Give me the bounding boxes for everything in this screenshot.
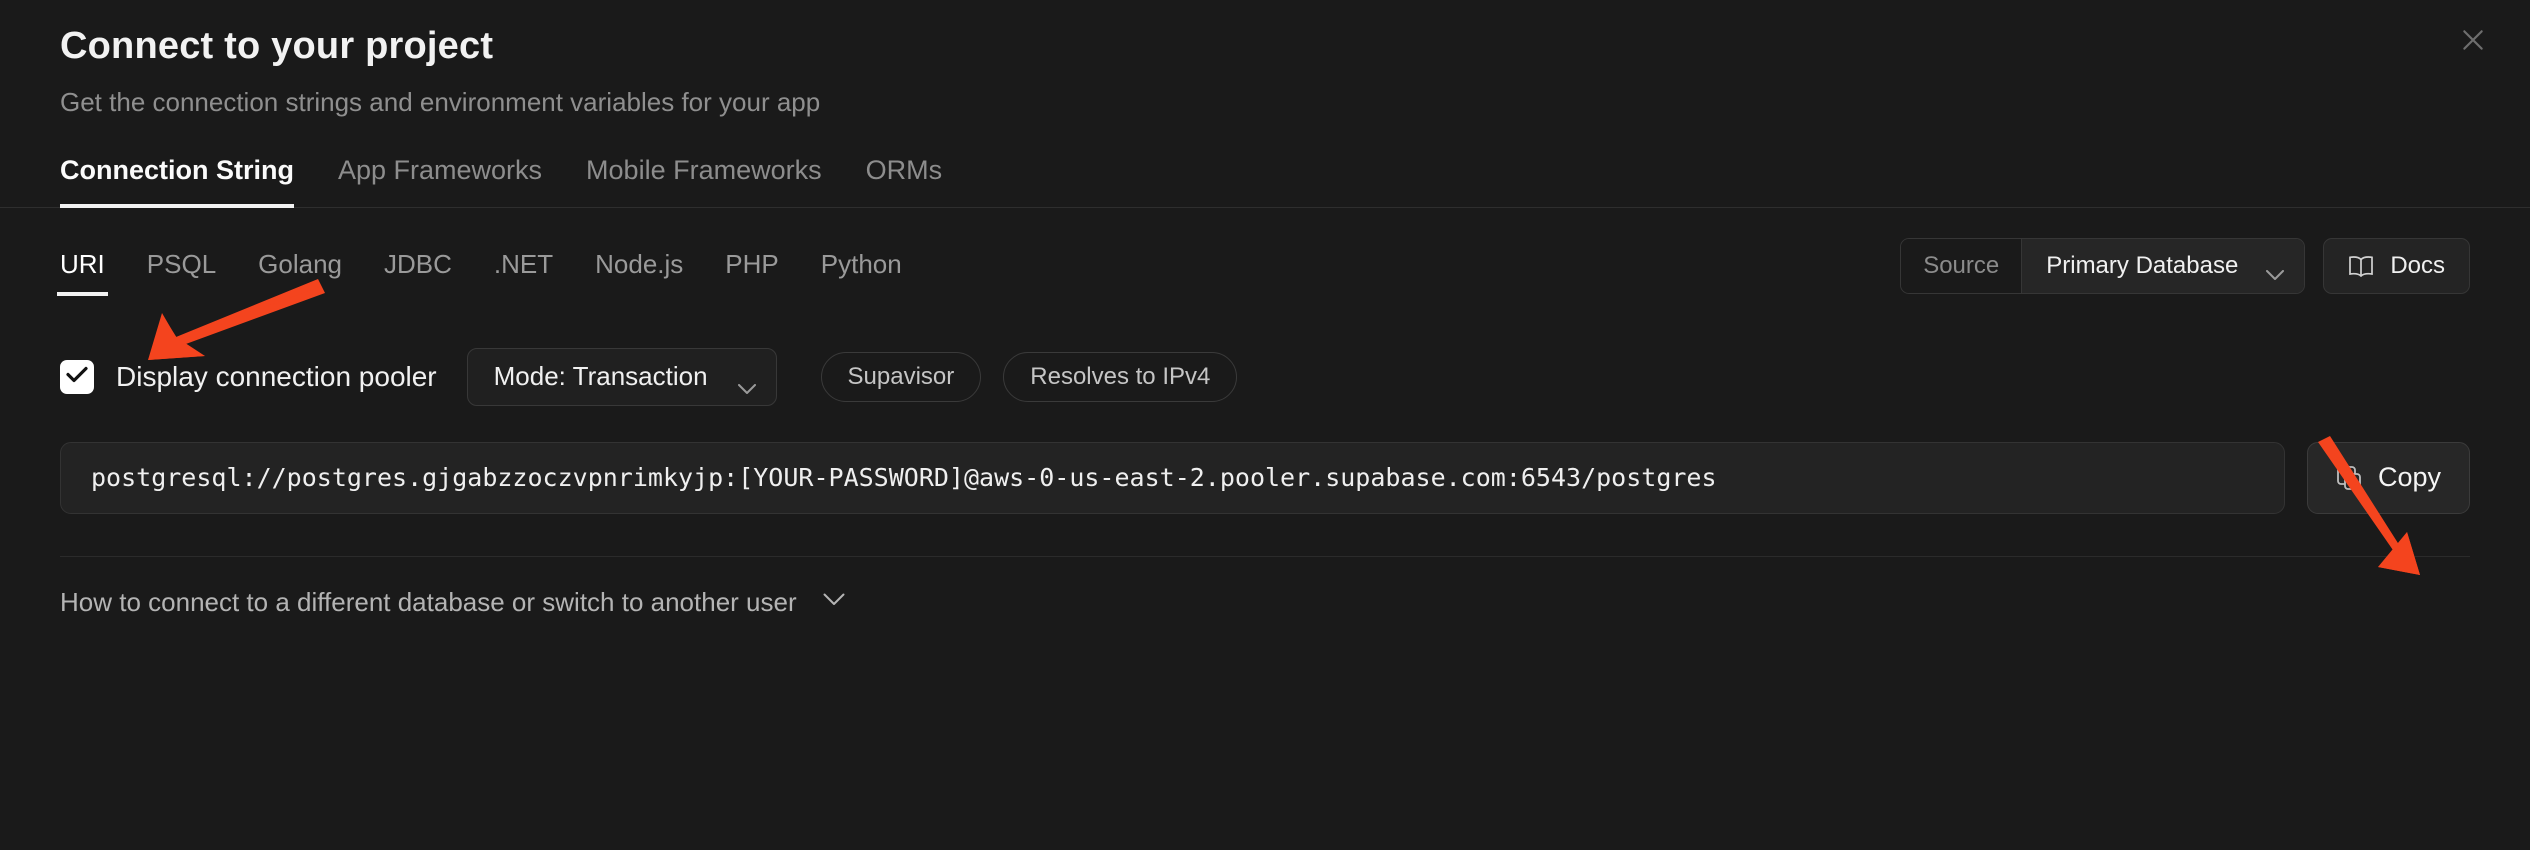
dialog-subtitle: Get the connection strings and environme… <box>60 87 821 118</box>
language-subtab-bar: URI PSQL Golang JDBC .NET Node.js PHP Py… <box>0 237 2530 308</box>
pooler-mode-dropdown[interactable]: Mode: Transaction <box>466 347 777 406</box>
pooler-mode-value: Mode: Transaction <box>493 361 708 392</box>
docs-button[interactable]: Docs <box>2323 237 2470 294</box>
annotation-arrow-layer <box>148 279 2420 575</box>
badge-resolves-to-ipv4: Resolves to IPv4 <box>1003 351 1238 402</box>
subtab-jdbc[interactable]: JDBC <box>384 249 452 296</box>
close-icon <box>2460 27 2486 56</box>
source-label: Source <box>1901 238 2023 293</box>
tab-connection-string[interactable]: Connection String <box>60 154 294 209</box>
primary-tabs: Connection String App Frameworks Mobile … <box>0 154 2530 209</box>
tab-app-frameworks[interactable]: App Frameworks <box>338 154 542 206</box>
subtab-dotnet[interactable]: .NET <box>494 249 553 296</box>
subtab-psql[interactable]: PSQL <box>147 249 216 296</box>
dialog-header: Connect to your project Get the connecti… <box>0 0 2530 120</box>
source-value-text: Primary Database <box>2046 251 2239 279</box>
check-icon <box>66 366 88 388</box>
source-selector: Source Primary Database <box>1900 237 2306 294</box>
subtab-golang[interactable]: Golang <box>258 249 342 296</box>
subbar-right-controls: Source Primary Database Docs <box>1900 237 2470 308</box>
pooler-options-row: Display connection pooler Mode: Transact… <box>0 347 2530 406</box>
display-connection-pooler-checkbox[interactable] <box>60 359 94 394</box>
book-icon <box>2348 255 2374 278</box>
subtab-php[interactable]: PHP <box>725 249 778 296</box>
badge-supavisor: Supavisor <box>820 351 982 402</box>
language-subtabs: URI PSQL Golang JDBC .NET Node.js PHP Py… <box>57 249 902 297</box>
dialog-footer: How to connect to a different database o… <box>0 557 2530 618</box>
close-button[interactable] <box>2450 18 2496 64</box>
docs-label: Docs <box>2390 251 2445 279</box>
connection-string-row: postgresql://postgres.gjgabzzoczvpnrimky… <box>0 441 2530 514</box>
chevron-down-icon <box>737 371 756 395</box>
connection-string-value: postgresql://postgres.gjgabzzoczvpnrimky… <box>91 463 1717 493</box>
chevron-down-icon <box>2266 260 2285 281</box>
subtab-uri[interactable]: URI <box>57 249 108 297</box>
tab-orms[interactable]: ORMs <box>866 154 943 206</box>
copy-icon <box>2336 465 2362 491</box>
chevron-down-icon[interactable] <box>823 593 845 611</box>
source-dropdown[interactable]: Primary Database <box>2022 238 2305 293</box>
tab-mobile-frameworks[interactable]: Mobile Frameworks <box>586 154 822 206</box>
how-to-connect-link[interactable]: How to connect to a different database o… <box>60 587 797 618</box>
copy-label: Copy <box>2377 462 2441 493</box>
dialog-title: Connect to your project <box>60 25 494 67</box>
connect-dialog: Connect to your project Get the connecti… <box>0 0 2530 850</box>
display-connection-pooler-label: Display connection pooler <box>116 360 437 392</box>
subtab-nodejs[interactable]: Node.js <box>595 249 683 296</box>
subtab-python[interactable]: Python <box>821 249 902 296</box>
connection-string-field[interactable]: postgresql://postgres.gjgabzzoczvpnrimky… <box>60 441 2285 514</box>
copy-button[interactable]: Copy <box>2306 441 2470 514</box>
